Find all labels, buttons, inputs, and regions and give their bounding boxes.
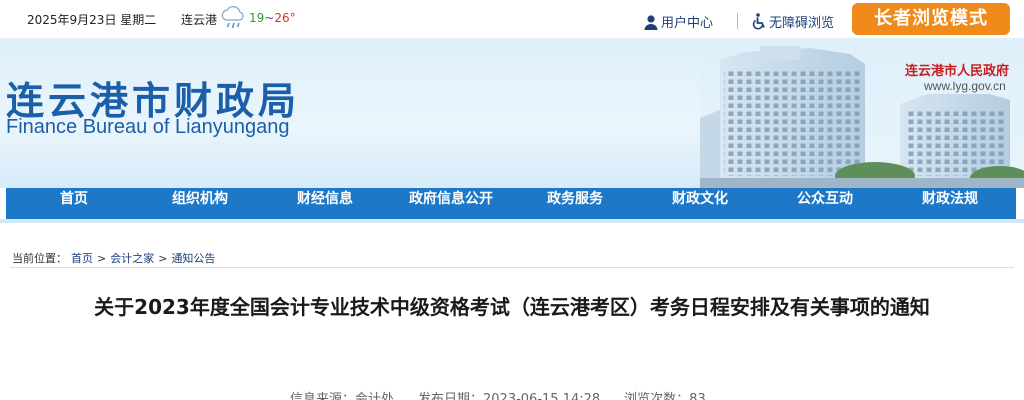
topbar-divider [737,13,738,29]
article-views: 浏览次数：83 [624,392,706,400]
nav-item-finance-regulations[interactable]: 财政法规 [911,188,989,219]
temp-high: 26° [274,11,296,25]
article-title: 关于2023年度全国会计专业技术中级资格考试（连云港考区）考务日程安排及有关事项… [94,295,930,319]
nav-item-gov-info-public[interactable]: 政府信息公开 [396,188,506,219]
user-icon [644,14,658,30]
temp-low: 19 [249,11,265,25]
nav-item-organization[interactable]: 组织机构 [161,188,239,219]
weather-city: 连云港 [181,13,218,27]
nav-item-gov-services[interactable]: 政务服务 [536,188,614,219]
nav-item-public-interaction[interactable]: 公众互动 [786,188,864,219]
user-center-label: 用户中心 [661,16,714,31]
nav-item-finance-culture[interactable]: 财政文化 [661,188,739,219]
city-government-url[interactable]: www.lyg.gov.cn [924,79,1006,93]
accessibility-link[interactable]: 无障碍浏览 [751,12,834,31]
breadcrumb: 当前位置： 首页 > 会计之家 > 通知公告 [12,250,215,266]
breadcrumb-home[interactable]: 首页 [71,250,93,266]
breadcrumb-separator: > [158,251,168,265]
nav-item-finance-info[interactable]: 财经信息 [286,188,364,219]
breadcrumb-accounting-home[interactable]: 会计之家 [110,250,154,266]
breadcrumb-divider [10,267,1014,268]
site-title-english: Finance Bureau of Lianyungang [6,116,290,138]
main-nav: 首页 组织机构 财经信息 政府信息公开 政务服务 财政文化 公众互动 财政法规 [6,188,1016,219]
temp-separator: ~ [264,11,275,25]
breadcrumb-prefix: 当前位置： [12,252,67,265]
breadcrumb-notices[interactable]: 通知公告 [171,250,215,266]
breadcrumb-separator: > [97,251,107,265]
rain-cloud-icon [221,6,244,29]
elder-mode-button[interactable]: 长者浏览模式 [852,3,1010,35]
top-bar: 2025年9月23日 星期二 连云港 19~26° 用户中心 无障碍浏览 长者浏… [0,0,1024,38]
article-date: 发布日期：2023-06-15 14:28 [418,392,601,400]
wheelchair-icon [752,13,765,30]
user-center-link[interactable]: 用户中心 [643,12,713,31]
site-banner: 连云港市财政局 Finance Bureau of Lianyungang 连云… [0,38,1024,188]
nav-item-home[interactable]: 首页 [49,188,99,219]
article-meta: 信息来源：会计处 发布日期：2023-06-15 14:28 浏览次数：83 [290,388,706,400]
current-date: 2025年9月23日 星期二 [27,13,157,27]
city-government-name[interactable]: 连云港市人民政府 [905,60,1009,79]
accessibility-label: 无障碍浏览 [769,16,835,31]
nav-underline [0,219,1024,223]
temperature: 19~26° [249,11,296,25]
article-source: 信息来源：会计处 [290,392,395,400]
